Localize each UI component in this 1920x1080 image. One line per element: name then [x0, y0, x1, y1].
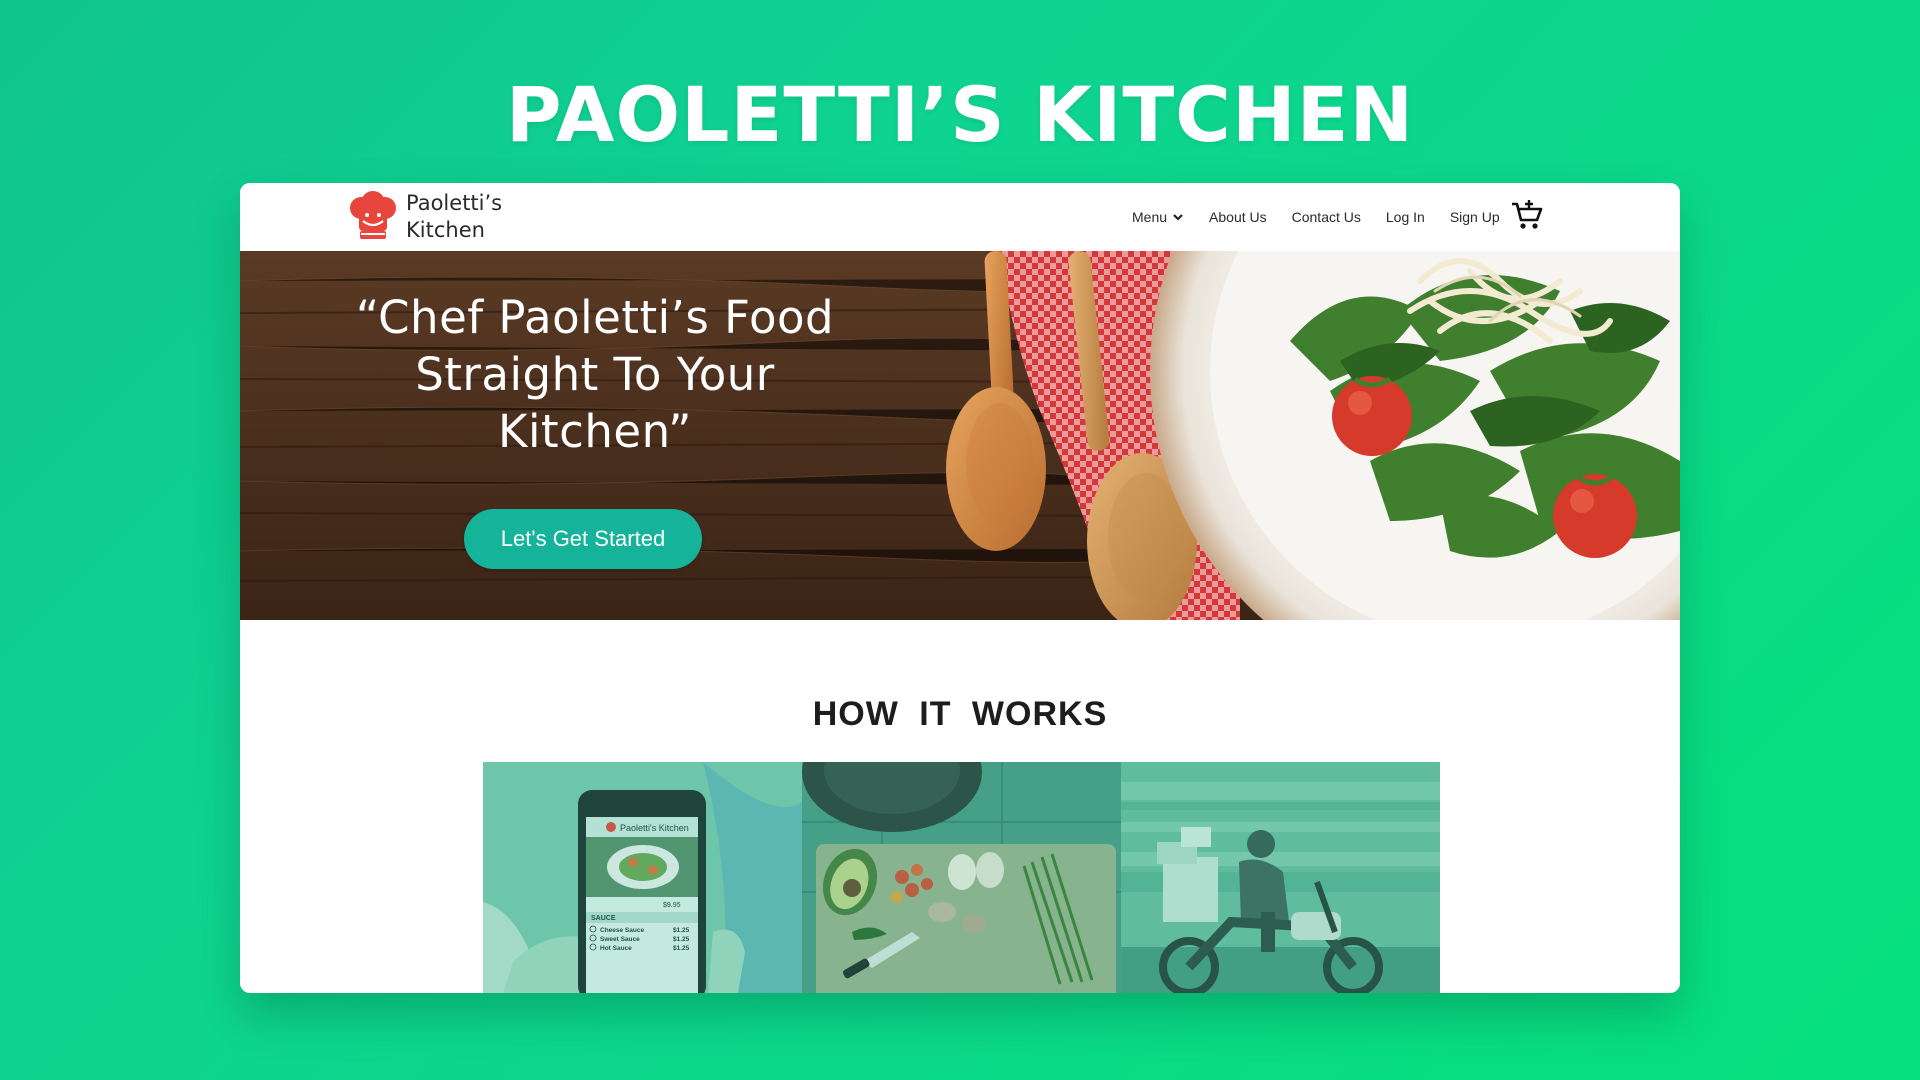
step-order-online-image: Paoletti's Kitchen $9.95 SAUCE Cheese Sa…: [483, 762, 802, 993]
chevron-down-icon: [1173, 214, 1183, 221]
nav-log-in[interactable]: Log In: [1386, 209, 1425, 225]
nav-menu-label: Menu: [1132, 209, 1168, 225]
site-header: Paoletti’s Kitchen Menu About Us Contact…: [240, 183, 1680, 251]
hero-headline: “Chef Paoletti’s Food Straight To Your K…: [355, 291, 835, 458]
chef-hat-icon[interactable]: [347, 191, 399, 243]
nav-contact-us[interactable]: Contact Us: [1292, 209, 1361, 225]
get-started-button[interactable]: Let's Get Started: [464, 509, 702, 569]
hero-section: “Chef Paoletti’s Food Straight To Your K…: [240, 251, 1680, 620]
how-it-works-title: HOW IT WORKS: [812, 695, 1108, 733]
how-it-works-panels: Paoletti's Kitchen $9.95 SAUCE Cheese Sa…: [483, 762, 1440, 993]
step-delivery-image: [1121, 762, 1440, 993]
step-cooking-image: [802, 762, 1121, 993]
main-nav: Menu About Us Contact Us Log In Sign Up: [1132, 183, 1525, 251]
nav-about-us[interactable]: About Us: [1209, 209, 1267, 225]
cart-plus-icon[interactable]: [1510, 198, 1544, 232]
brand-line-1: Paoletti’s: [406, 191, 503, 215]
brand-line-2: Kitchen: [406, 218, 485, 242]
nav-sign-up[interactable]: Sign Up: [1450, 209, 1500, 225]
page-title: PAOLETTI’S KITCHEN: [505, 70, 1415, 159]
nav-menu[interactable]: Menu: [1132, 209, 1184, 225]
website-screenshot-card: Paoletti’s Kitchen Menu About Us Contact…: [240, 183, 1680, 993]
brand-name[interactable]: Paoletti’s Kitchen: [406, 190, 502, 244]
